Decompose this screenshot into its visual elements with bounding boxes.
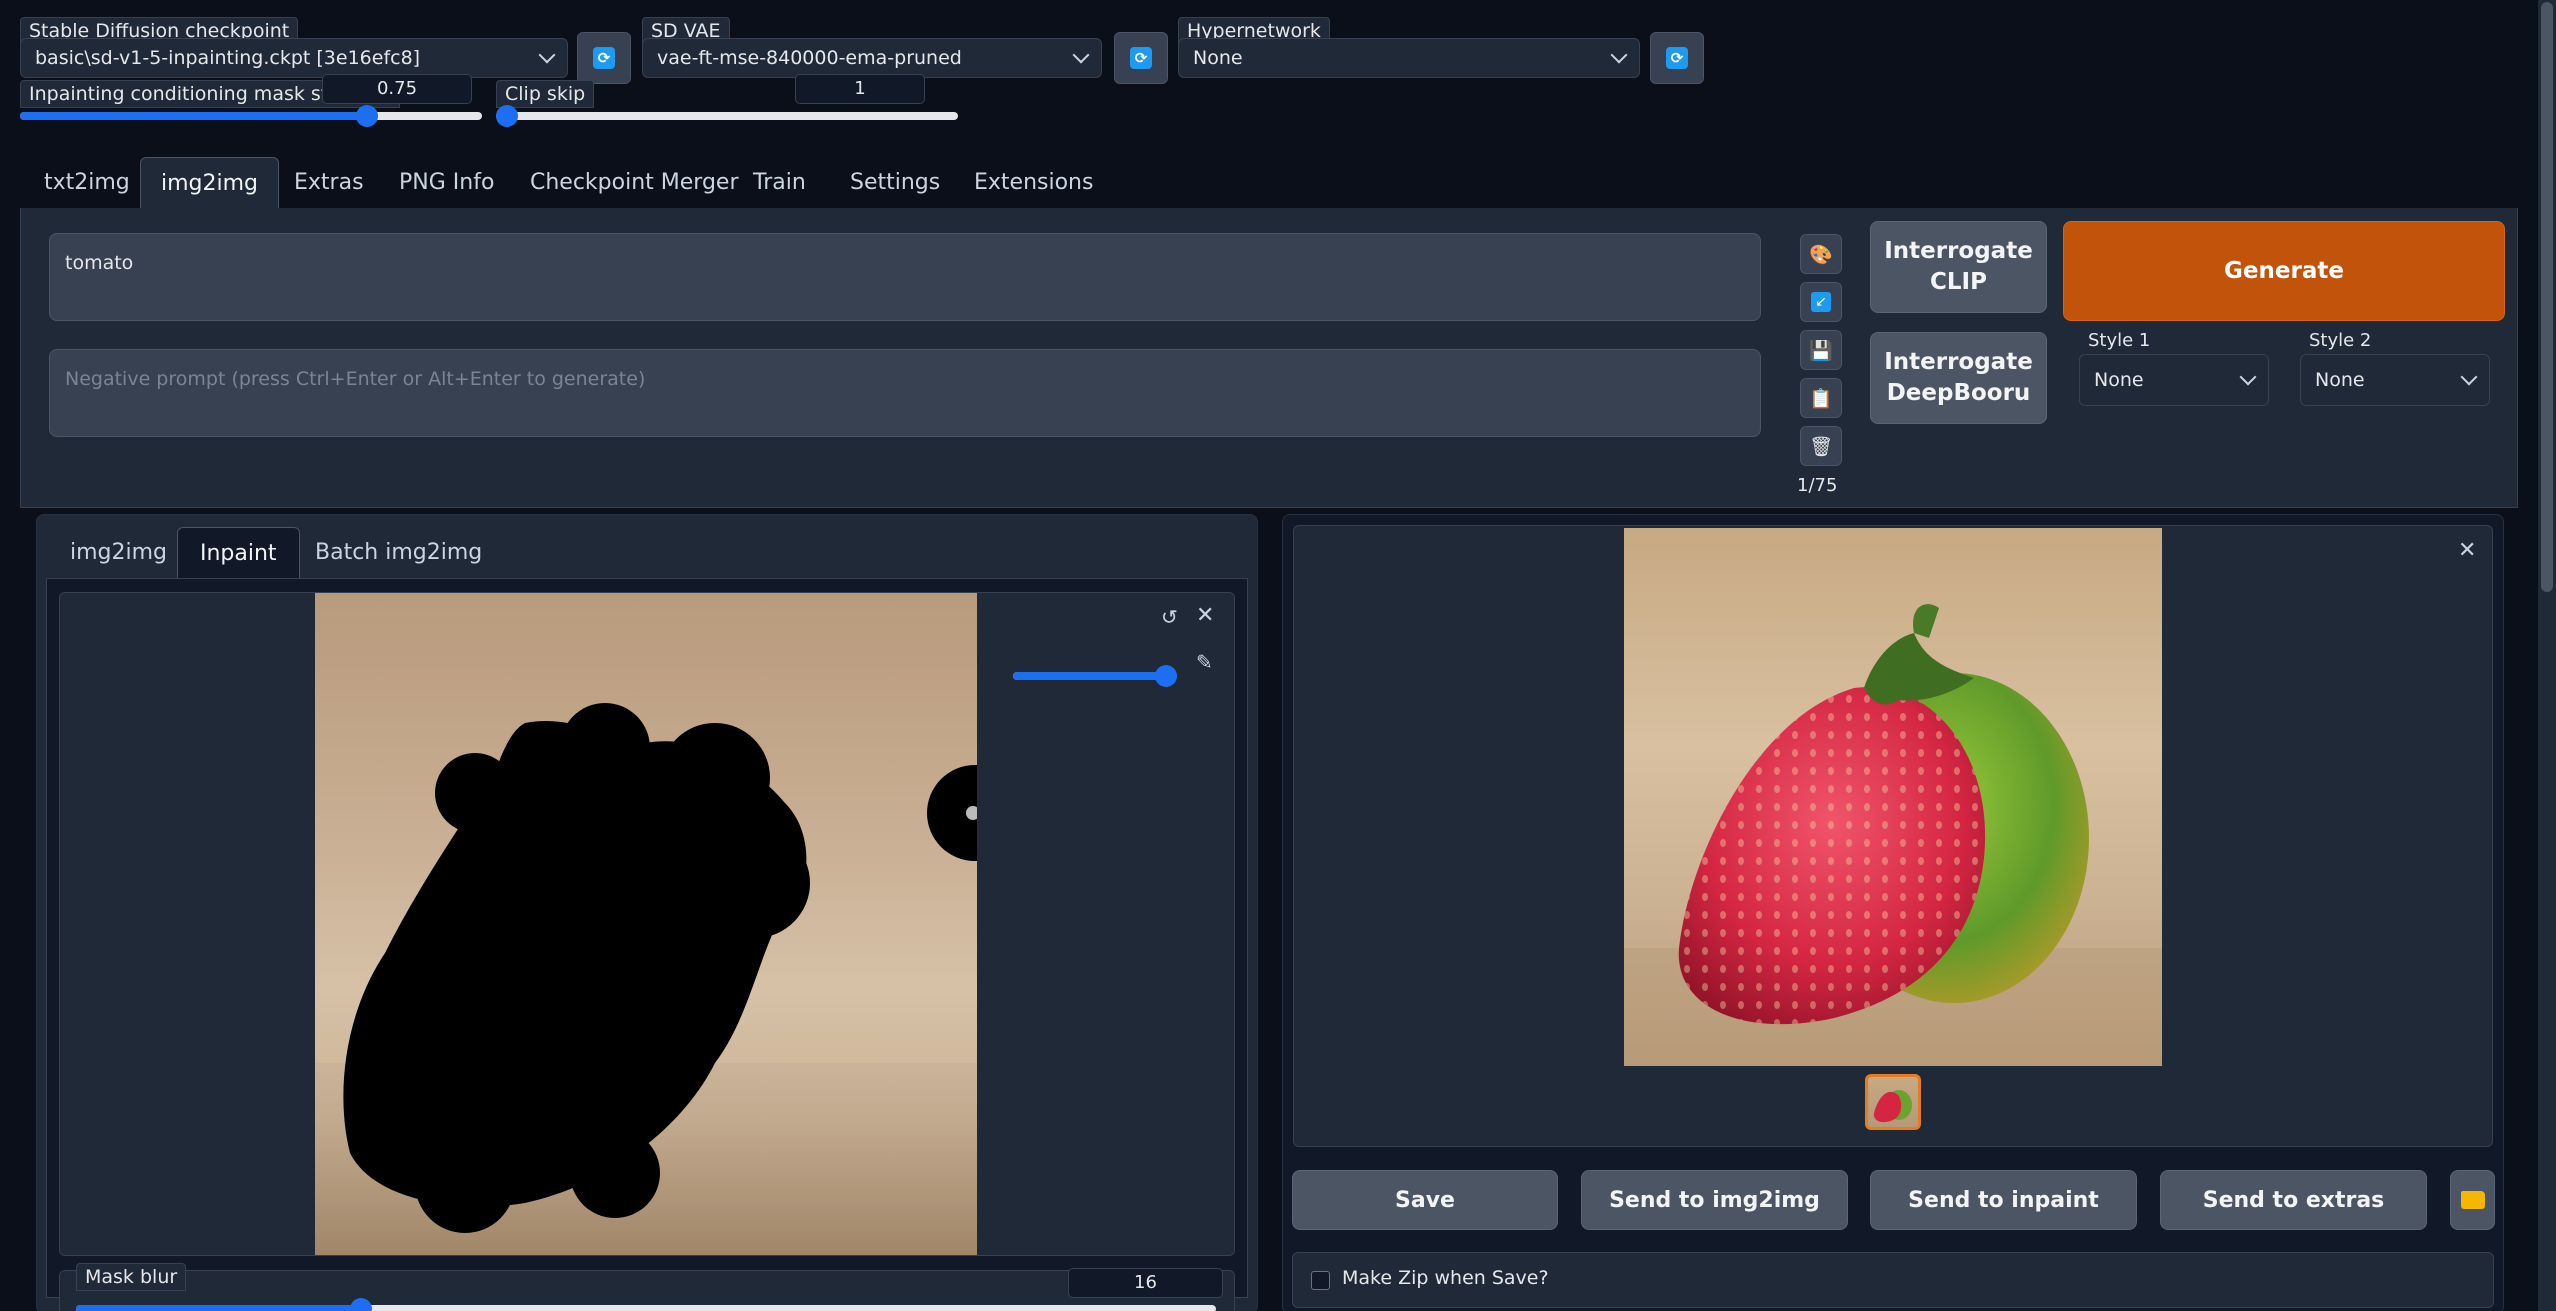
- make-zip-checkbox[interactable]: [1311, 1271, 1330, 1290]
- brush-size-thumb[interactable]: [1155, 665, 1177, 687]
- gallery-thumbnail[interactable]: [1865, 1074, 1921, 1130]
- subtab-img2img[interactable]: img2img: [48, 527, 189, 579]
- brush-size-fill: [1013, 672, 1177, 680]
- strawberry-tomato-picture: [1624, 604, 2162, 1066]
- chevron-down-icon: [2239, 368, 2257, 386]
- hypernetwork-refresh-button[interactable]: ⟳: [1650, 32, 1704, 84]
- inpaint-canvas[interactable]: [315, 593, 977, 1255]
- arrow-icon: ↙: [1811, 292, 1831, 312]
- style2-select[interactable]: None: [2300, 354, 2490, 406]
- tab-train[interactable]: Train: [733, 157, 826, 209]
- hypernetwork-value: None: [1193, 47, 1243, 69]
- vae-value: vae-ft-mse-840000-ema-pruned: [657, 47, 962, 69]
- vae-select[interactable]: vae-ft-mse-840000-ema-pruned: [642, 38, 1102, 78]
- tab-checkpoint-merger[interactable]: Checkpoint Merger: [510, 157, 759, 209]
- mask-strength-fill: [20, 112, 367, 120]
- folder-icon: [2460, 1191, 2485, 1209]
- mask-strength-slider[interactable]: [20, 105, 482, 127]
- tab-png-info[interactable]: PNG Info: [379, 157, 514, 209]
- chevron-down-icon: [2460, 368, 2478, 386]
- checkpoint-value: basic\sd-v1-5-inpainting.ckpt [3e16efc8]: [35, 47, 421, 69]
- tab-txt2img[interactable]: txt2img: [24, 157, 150, 209]
- hypernetwork-select[interactable]: None: [1178, 38, 1640, 78]
- mask-strength-thumb[interactable]: [355, 105, 378, 127]
- mask-overlay: [315, 703, 977, 1255]
- brush-size-slider[interactable]: [1013, 665, 1177, 687]
- interrogate-clip-button[interactable]: Interrogate CLIP: [1870, 221, 2047, 313]
- send-to-extras-button[interactable]: Send to extras: [2160, 1170, 2427, 1230]
- mask-blur-label: Mask blur: [76, 1263, 187, 1291]
- send-to-inpaint-button[interactable]: Send to inpaint: [1870, 1170, 2137, 1230]
- save-icon: 💾: [1809, 339, 1833, 362]
- chevron-down-icon: [1072, 46, 1090, 64]
- undo-icon[interactable]: ↺: [1161, 605, 1178, 629]
- subtab-inpaint[interactable]: Inpaint: [177, 527, 300, 580]
- prompt-input[interactable]: tomato: [49, 233, 1761, 321]
- make-zip-label: Make Zip when Save?: [1342, 1267, 1549, 1289]
- generate-button[interactable]: Generate: [2063, 221, 2505, 321]
- mask-blur-value[interactable]: 16: [1068, 1268, 1223, 1298]
- tab-settings[interactable]: Settings: [830, 157, 960, 209]
- page-scrollbar[interactable]: [2538, 0, 2556, 1311]
- mask-strength-value[interactable]: 0.75: [322, 74, 472, 104]
- checkpoint-select[interactable]: basic\sd-v1-5-inpainting.ckpt [3e16efc8]: [20, 38, 568, 78]
- send-to-img2img-button[interactable]: Send to img2img: [1581, 1170, 1848, 1230]
- checkpoint-refresh-button[interactable]: ⟳: [577, 32, 631, 84]
- brush-icon[interactable]: ✎: [1196, 650, 1213, 674]
- tab-img2img[interactable]: img2img: [140, 157, 280, 210]
- read-params-button[interactable]: ↙: [1800, 282, 1842, 322]
- chevron-down-icon: [1610, 46, 1628, 64]
- token-counter: 1/75: [1797, 475, 1838, 496]
- refresh-icon: ⟳: [1666, 47, 1688, 69]
- negative-prompt-input[interactable]: Negative prompt (press Ctrl+Enter or Alt…: [49, 349, 1761, 437]
- mask-blur-fill: [76, 1305, 361, 1311]
- palette-icon: 🎨: [1809, 243, 1833, 266]
- clipboard-icon: 📋: [1809, 387, 1833, 410]
- clip-skip-slider[interactable]: [496, 105, 958, 127]
- close-icon[interactable]: ✕: [1196, 603, 1214, 628]
- subtab-batch-img2img[interactable]: Batch img2img: [293, 527, 504, 579]
- clear-prompt-button[interactable]: 🗑: [1800, 426, 1842, 466]
- output-close-icon[interactable]: ✕: [2458, 538, 2476, 563]
- paste-button[interactable]: 📋: [1800, 378, 1842, 418]
- clip-skip-thumb[interactable]: [496, 105, 518, 127]
- style1-value: None: [2094, 369, 2144, 391]
- open-folder-button[interactable]: [2450, 1170, 2495, 1230]
- save-button[interactable]: Save: [1292, 1170, 1558, 1230]
- thumbnail-picture: [1873, 1090, 1912, 1123]
- style2-label: Style 2: [2301, 328, 2380, 354]
- scrollbar-thumb[interactable]: [2541, 2, 2553, 592]
- interrogate-deepbooru-label: Interrogate DeepBooru: [1884, 348, 2033, 406]
- style2-value: None: [2315, 369, 2365, 391]
- output-image[interactable]: [1624, 528, 2162, 1066]
- tab-extras[interactable]: Extras: [274, 157, 384, 209]
- trash-icon: 🗑: [1808, 435, 1834, 458]
- refresh-icon: ⟳: [1130, 47, 1152, 69]
- tab-extensions[interactable]: Extensions: [954, 157, 1113, 209]
- chevron-down-icon: [538, 46, 556, 64]
- refresh-icon: ⟳: [593, 47, 615, 69]
- save-style-button[interactable]: 💾: [1800, 330, 1842, 370]
- interrogate-clip-label: Interrogate CLIP: [1884, 237, 2033, 295]
- clip-skip-label: Clip skip: [496, 80, 595, 108]
- vae-refresh-button[interactable]: ⟳: [1114, 32, 1168, 84]
- style-palette-button[interactable]: 🎨: [1800, 234, 1842, 274]
- interrogate-deepbooru-button[interactable]: Interrogate DeepBooru: [1870, 332, 2047, 424]
- clip-skip-value[interactable]: 1: [795, 74, 925, 104]
- mask-blur-slider[interactable]: [76, 1298, 1216, 1311]
- style1-select[interactable]: None: [2079, 354, 2269, 406]
- style1-label: Style 1: [2080, 328, 2159, 354]
